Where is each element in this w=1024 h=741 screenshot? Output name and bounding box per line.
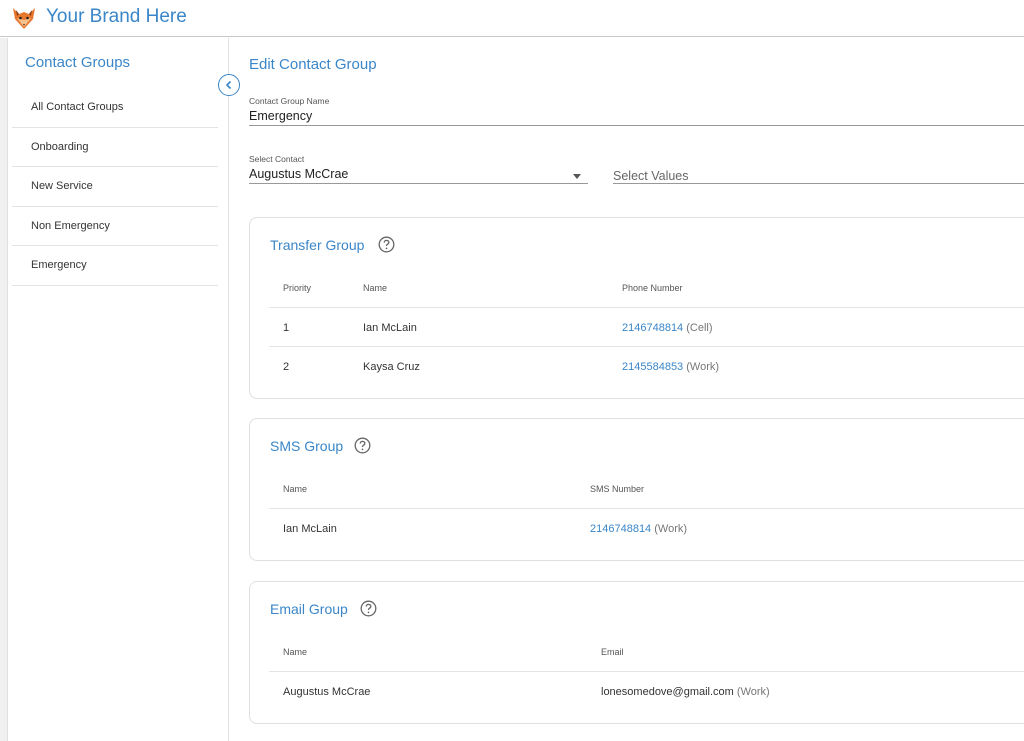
email-address: lonesomedove@gmail.com: [601, 686, 734, 698]
sms-type: (Work): [654, 523, 688, 535]
row-name: Augustus McCrae: [283, 686, 371, 698]
sidebar-item-all-contact-groups[interactable]: All Contact Groups: [12, 88, 218, 128]
sidebar-item-non-emergency[interactable]: Non Emergency: [12, 207, 218, 246]
select-contact-dropdown[interactable]: Augustus McCrae: [249, 167, 348, 181]
fox-icon: [13, 8, 35, 29]
row-name: Kaysa Cruz: [363, 361, 420, 373]
phone-type: (Cell): [686, 322, 713, 334]
help-icon[interactable]: [378, 236, 395, 253]
select-contact-label: Select Contact: [249, 154, 305, 164]
row-priority: 2: [283, 361, 290, 373]
column-header-email[interactable]: Email: [601, 647, 624, 657]
column-header-priority[interactable]: Priority: [283, 283, 311, 293]
sidebar-item-onboarding[interactable]: Onboarding: [12, 128, 218, 167]
select-values-underline: [613, 183, 1024, 184]
row-divider: [269, 508, 1024, 509]
select-values-input[interactable]: Select Values: [613, 169, 689, 183]
row-sms: 2146748814 (Work): [590, 523, 687, 535]
sidebar-title: Contact Groups: [25, 54, 131, 71]
column-header-sms-number[interactable]: SMS Number: [590, 484, 644, 494]
row-name: Ian McLain: [363, 322, 417, 334]
transfer-group-card: Transfer Group Priority Name Phone Numbe…: [249, 217, 1024, 399]
row-divider: [269, 346, 1024, 347]
sms-group-card: SMS Group Name SMS Number Ian McLain 214…: [249, 418, 1024, 561]
group-name-input[interactable]: Emergency: [249, 109, 312, 123]
row-priority: 1: [283, 322, 290, 334]
column-header-phone-number[interactable]: Phone Number: [622, 283, 683, 293]
row-email: lonesomedove@gmail.com (Work): [601, 686, 770, 698]
sms-number-link[interactable]: 2146748814: [590, 523, 651, 535]
phone-number-link[interactable]: 2145584853: [622, 361, 683, 373]
help-icon[interactable]: [354, 437, 371, 454]
row-phone: 2146748814 (Cell): [622, 322, 713, 334]
phone-type: (Work): [686, 361, 720, 373]
sidebar-list: All Contact Groups Onboarding New Servic…: [12, 88, 218, 286]
top-bar: Your Brand Here: [0, 0, 1024, 37]
row-name: Ian McLain: [283, 523, 337, 535]
help-icon[interactable]: [360, 600, 377, 617]
row-divider: [269, 671, 1024, 672]
phone-number-link[interactable]: 2146748814: [622, 322, 683, 334]
chevron-down-icon[interactable]: [573, 174, 581, 179]
row-divider: [269, 307, 1024, 308]
email-group-title: Email Group: [270, 601, 348, 617]
left-rail: [0, 38, 8, 741]
sidebar-item-emergency[interactable]: Emergency: [12, 246, 218, 286]
row-phone: 2145584853 (Work): [622, 361, 719, 373]
group-name-underline: [249, 125, 1024, 126]
select-contact-underline: [249, 183, 588, 184]
sidebar: Contact Groups All Contact Groups Onboar…: [8, 38, 229, 741]
column-header-name[interactable]: Name: [363, 283, 387, 293]
column-header-name[interactable]: Name: [283, 647, 307, 657]
sms-group-title: SMS Group: [270, 438, 344, 454]
transfer-group-title: Transfer Group: [270, 237, 365, 253]
main-content: Edit Contact Group Contact Group Name Em…: [229, 38, 1024, 741]
email-type: (Work): [736, 686, 770, 698]
group-name-label: Contact Group Name: [249, 96, 330, 106]
email-group-card: Email Group Name Email Augustus McCrae l…: [249, 581, 1024, 724]
brand-name[interactable]: Your Brand Here: [46, 6, 187, 28]
sidebar-item-new-service[interactable]: New Service: [12, 167, 218, 207]
page-title: Edit Contact Group: [249, 56, 377, 73]
column-header-name[interactable]: Name: [283, 484, 307, 494]
